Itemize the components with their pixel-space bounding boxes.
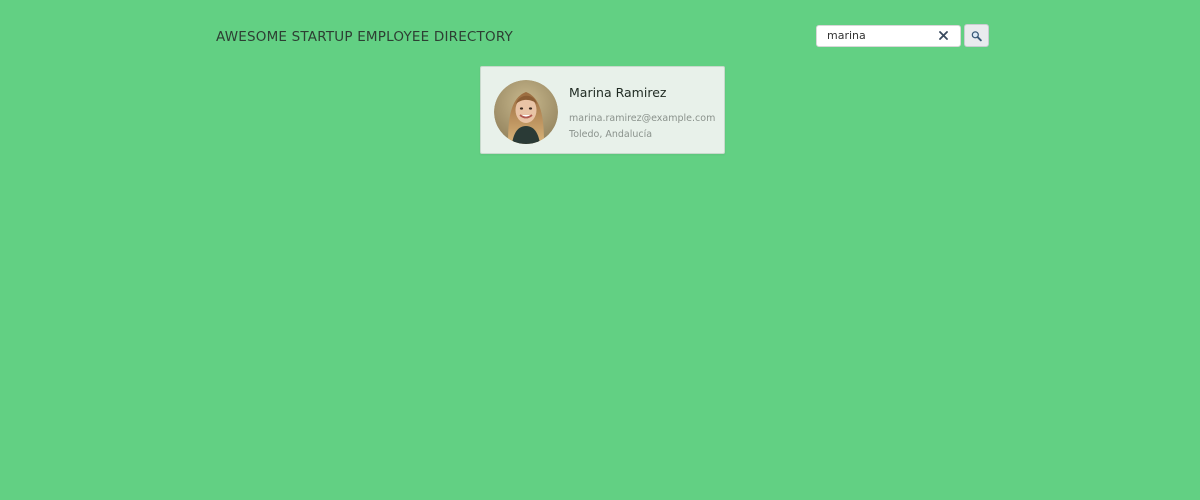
employee-card[interactable]: Marina Ramirez marina.ramirez@example.co…: [480, 66, 725, 154]
search-button[interactable]: [964, 24, 989, 47]
search-form: [816, 24, 989, 47]
search-input[interactable]: [817, 25, 937, 46]
magnifier-icon: [971, 30, 982, 41]
clear-search-button[interactable]: [936, 29, 950, 43]
employee-email: marina.ramirez@example.com: [569, 113, 716, 124]
close-icon: [938, 31, 948, 40]
employee-name: Marina Ramirez: [569, 85, 667, 100]
employee-location: Toledo, Andalucía: [569, 129, 653, 140]
page-title: AWESOME STARTUP EMPLOYEE DIRECTORY: [216, 29, 513, 45]
search-box: [816, 24, 961, 47]
avatar: [494, 80, 558, 144]
avatar-photo: [494, 80, 558, 144]
